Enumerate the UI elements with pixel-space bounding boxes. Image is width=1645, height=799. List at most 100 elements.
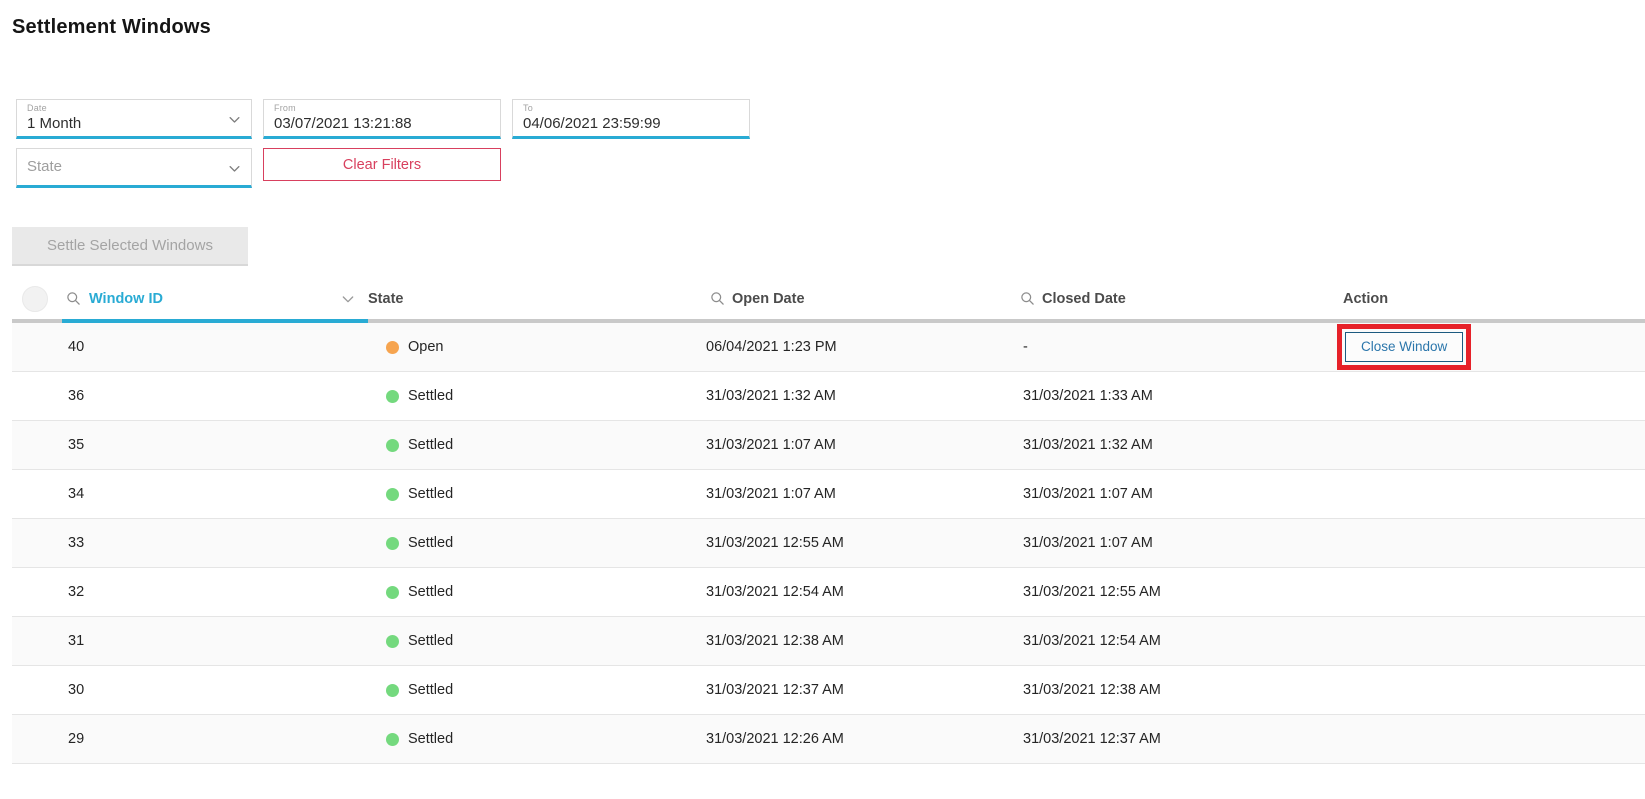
open-date-cell: 06/04/2021 1:23 PM xyxy=(702,339,1018,355)
close-window-button[interactable]: Close Window xyxy=(1345,332,1463,362)
state-dot-icon xyxy=(386,439,399,452)
window-id-value: 32 xyxy=(68,584,84,600)
state-value: Settled xyxy=(408,388,453,404)
state-value: Settled xyxy=(408,731,453,747)
state-cell: Settled xyxy=(368,584,702,600)
to-date-input[interactable]: To 04/06/2021 23:59:99 xyxy=(512,99,750,139)
open-date-value: 31/03/2021 12:38 AM xyxy=(706,633,844,649)
column-label-window-id: Window ID xyxy=(89,291,163,307)
window-id-value: 40 xyxy=(68,339,84,355)
closed-date-value: 31/03/2021 1:33 AM xyxy=(1023,388,1153,404)
state-value: Open xyxy=(408,339,443,355)
close-window-button-label: Close Window xyxy=(1361,339,1447,354)
closed-date-value: 31/03/2021 12:37 AM xyxy=(1023,731,1161,747)
state-dot-icon xyxy=(386,733,399,746)
from-input-label: From xyxy=(274,103,296,113)
state-dot-icon xyxy=(386,341,399,354)
table-row[interactable]: 32 Settled 31/03/2021 12:54 AM 31/03/202… xyxy=(12,568,1645,617)
filters-row-2: State Clear Filters xyxy=(16,148,1645,188)
clear-filters-button[interactable]: Clear Filters xyxy=(263,148,501,181)
select-all-cell xyxy=(12,278,62,323)
window-id-value: 34 xyxy=(68,486,84,502)
closed-date-cell: 31/03/2021 12:55 AM xyxy=(1018,584,1335,600)
settlement-windows-table: Window ID State Open Date Closed Date xyxy=(12,278,1645,764)
closed-date-value: - xyxy=(1023,339,1028,355)
closed-date-cell: 31/03/2021 12:38 AM xyxy=(1018,682,1335,698)
closed-date-value: 31/03/2021 12:54 AM xyxy=(1023,633,1161,649)
state-dot-icon xyxy=(386,488,399,501)
open-date-cell: 31/03/2021 12:55 AM xyxy=(702,535,1018,551)
table-row[interactable]: 40 Open 06/04/2021 1:23 PM - Close Windo… xyxy=(12,323,1645,372)
closed-date-cell: 31/03/2021 12:54 AM xyxy=(1018,633,1335,649)
table-row[interactable]: 31 Settled 31/03/2021 12:38 AM 31/03/202… xyxy=(12,617,1645,666)
window-id-cell: 36 xyxy=(62,388,368,404)
column-header-open-date[interactable]: Open Date xyxy=(702,278,1018,323)
state-dot-icon xyxy=(386,684,399,697)
from-date-input[interactable]: From 03/07/2021 13:21:88 xyxy=(263,99,501,139)
state-select[interactable]: State xyxy=(16,148,252,188)
search-icon xyxy=(1020,291,1035,306)
open-date-cell: 31/03/2021 12:54 AM xyxy=(702,584,1018,600)
column-header-window-id[interactable]: Window ID xyxy=(62,278,368,323)
window-id-cell: 30 xyxy=(62,682,368,698)
column-header-action: Action xyxy=(1335,278,1645,323)
table-row[interactable]: 33 Settled 31/03/2021 12:55 AM 31/03/202… xyxy=(12,519,1645,568)
date-range-select[interactable]: Date 1 Month xyxy=(16,99,252,139)
state-cell: Settled xyxy=(368,437,702,453)
closed-date-value: 31/03/2021 1:07 AM xyxy=(1023,486,1153,502)
state-cell: Settled xyxy=(368,682,702,698)
open-date-cell: 31/03/2021 12:37 AM xyxy=(702,682,1018,698)
closed-date-cell: 31/03/2021 1:07 AM xyxy=(1018,486,1335,502)
settlement-windows-page: Settlement Windows Date 1 Month From 03/… xyxy=(0,0,1645,764)
open-date-cell: 31/03/2021 1:07 AM xyxy=(702,437,1018,453)
to-input-label: To xyxy=(523,103,533,113)
table-body: 40 Open 06/04/2021 1:23 PM - Close Windo… xyxy=(12,323,1645,764)
window-id-cell: 29 xyxy=(62,731,368,747)
state-value: Settled xyxy=(408,633,453,649)
window-id-cell: 33 xyxy=(62,535,368,551)
table-row[interactable]: 29 Settled 31/03/2021 12:26 AM 31/03/202… xyxy=(12,715,1645,764)
filters-panel: Date 1 Month From 03/07/2021 13:21:88 To… xyxy=(16,99,1645,188)
settle-selected-windows-button[interactable]: Settle Selected Windows xyxy=(12,227,248,266)
open-date-value: 31/03/2021 12:37 AM xyxy=(706,682,844,698)
select-all-checkbox[interactable] xyxy=(22,286,48,312)
date-select-value: 1 Month xyxy=(27,115,81,132)
to-input-value: 04/06/2021 23:59:99 xyxy=(523,115,661,132)
filters-row-1: Date 1 Month From 03/07/2021 13:21:88 To… xyxy=(16,99,1645,139)
state-cell: Settled xyxy=(368,731,702,747)
state-dot-icon xyxy=(386,390,399,403)
table-row[interactable]: 30 Settled 31/03/2021 12:37 AM 31/03/202… xyxy=(12,666,1645,715)
column-header-state[interactable]: State xyxy=(368,278,702,323)
page-title: Settlement Windows xyxy=(12,16,1645,39)
closed-date-cell: 31/03/2021 1:33 AM xyxy=(1018,388,1335,404)
window-id-value: 33 xyxy=(68,535,84,551)
state-dot-icon xyxy=(386,537,399,550)
window-id-value: 31 xyxy=(68,633,84,649)
state-cell: Settled xyxy=(368,535,702,551)
search-icon xyxy=(710,291,725,306)
sort-chevron-down-icon[interactable] xyxy=(340,291,356,307)
window-id-cell: 34 xyxy=(62,486,368,502)
state-value: Settled xyxy=(408,584,453,600)
state-value: Settled xyxy=(408,535,453,551)
state-cell: Settled xyxy=(368,486,702,502)
state-cell: Open xyxy=(368,339,702,355)
open-date-value: 31/03/2021 12:55 AM xyxy=(706,535,844,551)
column-label-state: State xyxy=(368,291,403,307)
state-value: Settled xyxy=(408,486,453,502)
state-cell: Settled xyxy=(368,388,702,404)
open-date-value: 31/03/2021 12:54 AM xyxy=(706,584,844,600)
column-header-closed-date[interactable]: Closed Date xyxy=(1018,278,1335,323)
open-date-value: 31/03/2021 1:07 AM xyxy=(706,437,836,453)
open-date-cell: 31/03/2021 1:32 AM xyxy=(702,388,1018,404)
closed-date-value: 31/03/2021 1:07 AM xyxy=(1023,535,1153,551)
open-date-value: 06/04/2021 1:23 PM xyxy=(706,339,837,355)
table-header-row: Window ID State Open Date Closed Date xyxy=(12,278,1645,323)
closed-date-value: 31/03/2021 12:38 AM xyxy=(1023,682,1161,698)
closed-date-cell: 31/03/2021 1:07 AM xyxy=(1018,535,1335,551)
table-row[interactable]: 36 Settled 31/03/2021 1:32 AM 31/03/2021… xyxy=(12,372,1645,421)
table-row[interactable]: 35 Settled 31/03/2021 1:07 AM 31/03/2021… xyxy=(12,421,1645,470)
table-row[interactable]: 34 Settled 31/03/2021 1:07 AM 31/03/2021… xyxy=(12,470,1645,519)
chevron-down-icon xyxy=(227,112,242,132)
open-date-value: 31/03/2021 1:07 AM xyxy=(706,486,836,502)
